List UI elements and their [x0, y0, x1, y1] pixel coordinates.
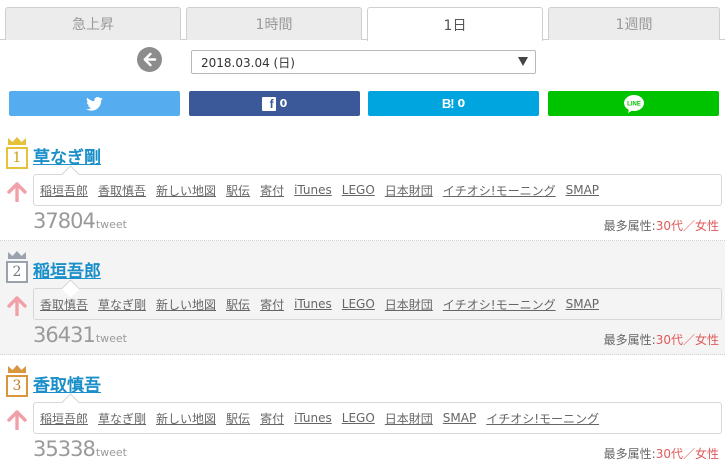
keyword-link[interactable]: iTunes — [294, 183, 332, 197]
tweet-count: 37804tweet — [33, 209, 127, 233]
keyword-link[interactable]: SMAP — [443, 411, 476, 425]
rank-number: 1 — [6, 147, 28, 169]
keyword-link[interactable]: 新しい地図 — [156, 296, 216, 313]
keyword-link[interactable]: SMAP — [566, 183, 599, 197]
previous-date-button[interactable] — [137, 47, 162, 72]
tab-1-week[interactable]: 1週間 — [548, 7, 720, 40]
related-keywords: 稲垣吾郎 香取慎吾 新しい地図 駅伝 寄付 iTunes LEGO 日本財団 イ… — [33, 174, 722, 206]
keyword-link[interactable]: 寄付 — [260, 182, 284, 199]
period-tabs: 急上昇 1時間 1日 1週間 — [0, 0, 725, 41]
keyword-link[interactable]: 草なぎ剛 — [98, 296, 146, 313]
keyword-link[interactable]: iTunes — [294, 411, 332, 425]
top-attribute-label: 最多属性: — [603, 333, 656, 347]
tab-1-day[interactable]: 1日 — [367, 7, 543, 41]
keyword-link[interactable]: LEGO — [342, 297, 375, 311]
rank-number: 2 — [6, 261, 28, 283]
tweet-unit: tweet — [95, 446, 127, 459]
facebook-share-count: 0 — [279, 97, 288, 110]
hatena-bookmark-count: 0 — [457, 97, 466, 110]
trend-title-link[interactable]: 香取慎吾 — [33, 371, 101, 396]
keyword-link[interactable]: 寄付 — [260, 296, 284, 313]
rising-arrow-icon — [7, 410, 27, 430]
tab-rising[interactable]: 急上昇 — [5, 7, 181, 40]
keyword-link[interactable]: 駅伝 — [226, 410, 250, 427]
top-attribute-value: 30代／女性 — [655, 219, 719, 233]
rising-arrow-icon — [7, 182, 27, 202]
hatena-bookmark-button[interactable]: B! 0 — [368, 91, 539, 116]
hatena-bookmark-icon: B! — [441, 96, 455, 111]
keyword-link[interactable]: イチオシ!モーニング — [443, 182, 556, 199]
line-icon: LINE — [623, 94, 644, 113]
facebook-icon: f — [261, 96, 276, 111]
keyword-link[interactable]: 寄付 — [260, 410, 284, 427]
keyword-link[interactable]: 日本財団 — [385, 410, 433, 427]
twitter-share-button[interactable] — [9, 91, 180, 116]
keyword-link[interactable]: 草なぎ剛 — [98, 410, 146, 427]
tweet-count-value: 36431 — [33, 323, 96, 347]
keyword-link[interactable]: 新しい地図 — [156, 182, 216, 199]
rank-badge: 3 — [6, 365, 28, 397]
keyword-link[interactable]: 稲垣吾郎 — [40, 182, 88, 199]
tweet-count-value: 37804 — [33, 209, 96, 233]
top-attribute-label: 最多属性: — [603, 219, 656, 233]
twitter-bird-icon — [86, 96, 103, 111]
keyword-link[interactable]: イチオシ!モーニング — [486, 410, 599, 427]
keyword-link[interactable]: SMAP — [566, 297, 599, 311]
arrow-left-icon — [143, 52, 157, 67]
line-share-button[interactable]: LINE — [548, 91, 719, 116]
tweet-unit: tweet — [95, 332, 127, 345]
rank-number: 3 — [6, 375, 28, 397]
top-attribute: 最多属性:30代／女性 — [604, 445, 719, 462]
keyword-link[interactable]: iTunes — [294, 297, 332, 311]
crown-icon — [8, 365, 26, 373]
keyword-link[interactable]: 香取慎吾 — [98, 182, 146, 199]
related-keywords: 香取慎吾 草なぎ剛 新しい地図 駅伝 寄付 iTunes LEGO 日本財団 イ… — [33, 288, 722, 320]
rising-arrow-icon — [7, 296, 27, 316]
rank-badge: 2 — [6, 251, 28, 283]
top-attribute-value: 30代／女性 — [655, 447, 719, 461]
trend-title-link[interactable]: 草なぎ剛 — [33, 143, 101, 168]
trend-title-link[interactable]: 稲垣吾郎 — [33, 257, 101, 282]
top-attribute: 最多属性:30代／女性 — [604, 217, 719, 234]
rank-badge: 1 — [6, 137, 28, 169]
top-attribute: 最多属性:30代／女性 — [604, 331, 719, 348]
top-attribute-label: 最多属性: — [603, 447, 656, 461]
tweet-count: 36431tweet — [33, 323, 127, 347]
facebook-share-button[interactable]: f 0 — [189, 91, 360, 116]
ranking-item: 3 香取慎吾 稲垣吾郎 草なぎ剛 新しい地図 駅伝 寄付 iTunes LEGO… — [0, 355, 725, 469]
caret-down-icon — [518, 57, 528, 66]
tab-1-hour[interactable]: 1時間 — [186, 7, 362, 40]
keyword-link[interactable]: LEGO — [342, 411, 375, 425]
keyword-link[interactable]: 駅伝 — [226, 182, 250, 199]
tweet-count-value: 35338 — [33, 437, 96, 461]
keyword-link[interactable]: イチオシ!モーニング — [443, 296, 556, 313]
keyword-link[interactable]: 香取慎吾 — [40, 296, 88, 313]
crown-icon — [8, 251, 26, 259]
ranking-item: 2 稲垣吾郎 香取慎吾 草なぎ剛 新しい地図 駅伝 寄付 iTunes LEGO… — [0, 241, 725, 355]
crown-icon — [8, 137, 26, 145]
keyword-link[interactable]: 新しい地図 — [156, 410, 216, 427]
date-select[interactable]: 2018.03.04 (日) — [191, 50, 536, 74]
keyword-link[interactable]: 日本財団 — [385, 296, 433, 313]
related-keywords: 稲垣吾郎 草なぎ剛 新しい地図 駅伝 寄付 iTunes LEGO 日本財団 S… — [33, 402, 722, 434]
top-attribute-value: 30代／女性 — [655, 333, 719, 347]
keyword-link[interactable]: LEGO — [342, 183, 375, 197]
svg-text:LINE: LINE — [627, 101, 641, 107]
keyword-link[interactable]: 駅伝 — [226, 296, 250, 313]
tweet-count: 35338tweet — [33, 437, 127, 461]
tweet-unit: tweet — [95, 218, 127, 231]
keyword-link[interactable]: 日本財団 — [385, 182, 433, 199]
date-select-value: 2018.03.04 (日) — [201, 55, 295, 70]
ranking-item: 1 草なぎ剛 稲垣吾郎 香取慎吾 新しい地図 駅伝 寄付 iTunes LEGO… — [0, 127, 725, 241]
keyword-link[interactable]: 稲垣吾郎 — [40, 410, 88, 427]
